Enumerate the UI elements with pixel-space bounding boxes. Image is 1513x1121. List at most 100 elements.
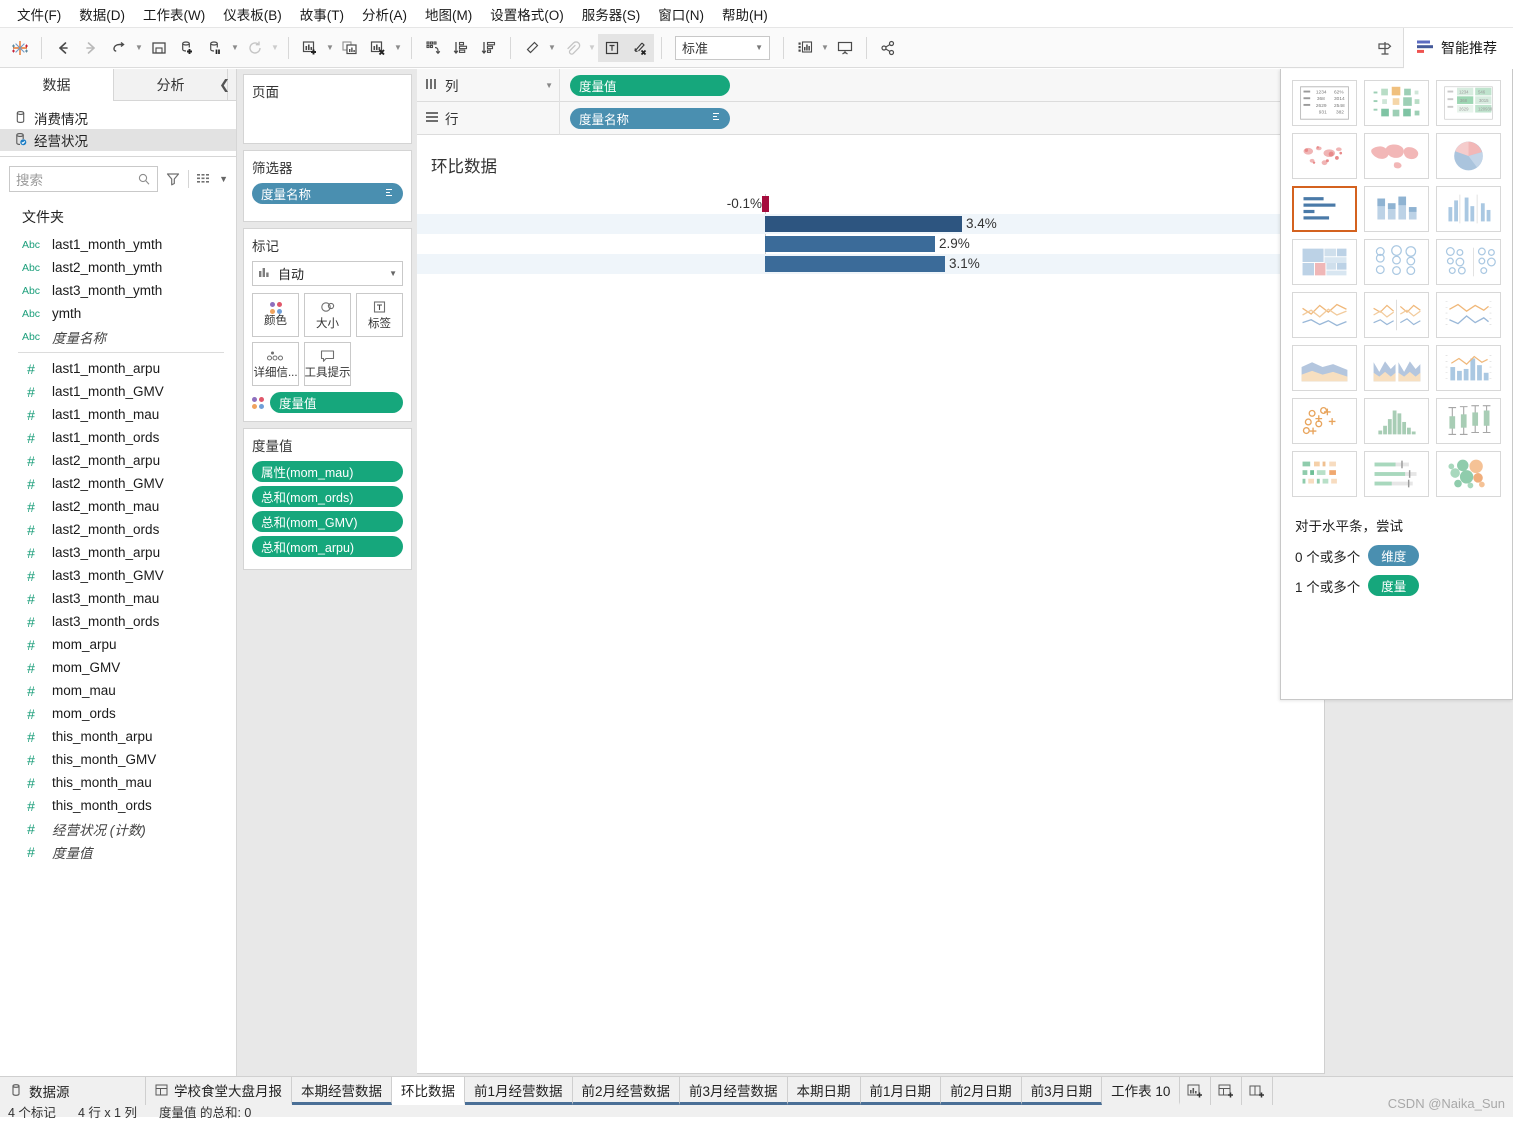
paperclip-caret-icon[interactable]: ▼ [586,34,598,62]
field-last1-month-ords[interactable]: # last1_month_ords [0,426,236,449]
show-me-text-table[interactable]: 1234 62% 368 3014 2629 2548 931 382 [1292,80,1357,126]
show-me-symbol-map[interactable] [1292,133,1357,179]
chart-row-mom-gmv[interactable]: 2.9% [417,234,1324,254]
back-button[interactable] [49,34,77,62]
tab-current-period-date[interactable]: 本期日期 [787,1077,861,1105]
field-last3-month-arpu[interactable]: # last3_month_arpu [0,541,236,564]
show-labels-button[interactable] [598,33,626,62]
sort-ascending-button[interactable] [447,34,475,62]
field-measure-values[interactable]: # 度量值 [0,840,236,863]
pause-updates-button[interactable] [201,34,229,62]
tab-mom-data[interactable]: 环比数据 [392,1077,465,1105]
tab-data[interactable]: 数据 [0,69,114,101]
bar-positive[interactable] [765,216,962,232]
tab-prev1-month-date[interactable]: 前1月日期 [860,1077,942,1105]
worksheet-canvas[interactable]: 环比数据 -0.1% 3.4% 2.9% 3.1% [417,135,1325,1074]
undo-redo-button[interactable] [105,34,133,62]
datasource-item-operations[interactable]: 经营状况 [0,129,236,151]
new-worksheet-button[interactable] [296,34,324,62]
forward-button[interactable] [77,34,105,62]
refresh-caret-icon[interactable]: ▼ [269,34,281,62]
tab-prev2-month-date[interactable]: 前2月日期 [941,1077,1022,1105]
bar-negative[interactable] [762,196,769,212]
menu-item-help[interactable]: 帮助(H) [713,0,777,28]
show-me-horizontal-bars[interactable] [1292,186,1357,232]
undo-redo-caret-icon[interactable]: ▼ [133,34,145,62]
show-me-lines-discrete[interactable] [1364,292,1429,338]
measure-value-pill-mom-mau[interactable]: 属性(mom_mau) [252,461,403,482]
marks-color-button[interactable]: 颜色 [252,293,299,337]
field-mom-ords[interactable]: # mom_ords [0,702,236,725]
field-operations-count[interactable]: # 经营状况 (计数) [0,817,236,840]
new-worksheet-caret-icon[interactable]: ▼ [324,34,336,62]
presentation-mode-button[interactable] [831,34,859,62]
show-me-bullet-graph[interactable] [1364,451,1429,497]
menu-item-map[interactable]: 地图(M) [416,0,481,28]
tab-analytics[interactable]: 分析 [114,69,228,100]
rows-pill-measure-names[interactable]: 度量名称 [570,107,730,129]
grid-view-icon[interactable] [196,172,212,186]
fit-select[interactable]: 标准 ▼ [675,35,770,60]
field-this-month-mau[interactable]: # this_month_mau [0,771,236,794]
highlighter-caret-icon[interactable]: ▼ [546,34,558,62]
new-data-source-button[interactable] [173,34,201,62]
measure-value-pill-mom-gmv[interactable]: 总和(mom_GMV) [252,511,403,532]
tab-prev3-month-date[interactable]: 前3月日期 [1021,1077,1103,1105]
show-me-heat-map[interactable] [1364,80,1429,126]
mark-type-select[interactable]: 自动 ▼ [252,261,403,286]
menu-item-analysis[interactable]: 分析(A) [353,0,416,28]
swap-axes-button[interactable] [419,34,447,62]
clear-sheet-button[interactable] [364,34,392,62]
tab-current-period-data[interactable]: 本期经营数据 [292,1077,392,1105]
chart-plot[interactable]: -0.1% 3.4% 2.9% 3.1% [417,194,1324,274]
field-this-month-arpu[interactable]: # this_month_arpu [0,725,236,748]
show-me-dual-lines[interactable] [1436,292,1501,338]
show-me-side-by-side-bars[interactable] [1436,186,1501,232]
menu-item-data[interactable]: 数据(D) [70,0,134,28]
refresh-button[interactable] [241,34,269,62]
field-last1-month-mau[interactable]: # last1_month_mau [0,403,236,426]
show-me-highlight-table[interactable]: 1234 546 368 3015 2629 120930 [1436,80,1501,126]
save-button[interactable] [145,34,173,62]
field-measure-names[interactable]: Abc 度量名称 [0,325,236,348]
filter-icon[interactable] [165,171,181,187]
field-last3-month-gmv[interactable]: # last3_month_GMV [0,564,236,587]
measure-value-pill-mom-ords[interactable]: 总和(mom_ords) [252,486,403,507]
tab-prev2-month-data[interactable]: 前2月经营数据 [572,1077,681,1105]
show-me-tab[interactable]: 智能推荐 [1403,28,1513,69]
field-mom-mau[interactable]: # mom_mau [0,679,236,702]
marks-detail-button[interactable]: 详细信... [252,342,299,386]
signpost-icon[interactable] [1371,34,1399,62]
field-last2-month-arpu[interactable]: # last2_month_arpu [0,449,236,472]
field-ymth[interactable]: Abc ymth [0,302,236,325]
menu-item-worksheet[interactable]: 工作表(W) [134,0,214,28]
datasource-item-consumption[interactable]: 消费情况 [0,107,236,129]
show-cards-button[interactable] [791,34,819,62]
grid-view-caret-icon[interactable]: ▼ [219,174,228,184]
field-last3-month-mau[interactable]: # last3_month_mau [0,587,236,610]
show-me-stacked-bars[interactable] [1364,186,1429,232]
show-me-gantt[interactable] [1292,451,1357,497]
show-cards-caret-icon[interactable]: ▼ [819,34,831,62]
show-me-packed-bubbles[interactable] [1436,451,1501,497]
share-button[interactable] [874,34,902,62]
columns-pill-measure-values[interactable]: 度量值 [570,74,730,96]
field-last3-month-ymth[interactable]: Abc last3_month_ymth [0,279,236,302]
new-dashboard-tab-button[interactable] [1211,1077,1243,1105]
show-me-area-discrete[interactable] [1364,345,1429,391]
show-me-scatter-plot[interactable] [1292,398,1357,444]
field-last1-month-ymth[interactable]: Abc last1_month_ymth [0,233,236,256]
field-last3-month-ords[interactable]: # last3_month_ords [0,610,236,633]
field-last2-month-ymth[interactable]: Abc last2_month_ymth [0,256,236,279]
field-last1-month-gmv[interactable]: # last1_month_GMV [0,380,236,403]
field-mom-arpu[interactable]: # mom_arpu [0,633,236,656]
pause-updates-caret-icon[interactable]: ▼ [229,34,241,62]
bar-positive[interactable] [765,236,935,252]
field-last2-month-ords[interactable]: # last2_month_ords [0,518,236,541]
field-this-month-gmv[interactable]: # this_month_GMV [0,748,236,771]
show-me-dual-combination[interactable] [1436,345,1501,391]
chart-row-mom-mau[interactable]: -0.1% [417,194,1324,214]
new-worksheet-tab-button[interactable] [1180,1077,1212,1105]
highlighter-button[interactable] [518,34,546,62]
field-last2-month-gmv[interactable]: # last2_month_GMV [0,472,236,495]
